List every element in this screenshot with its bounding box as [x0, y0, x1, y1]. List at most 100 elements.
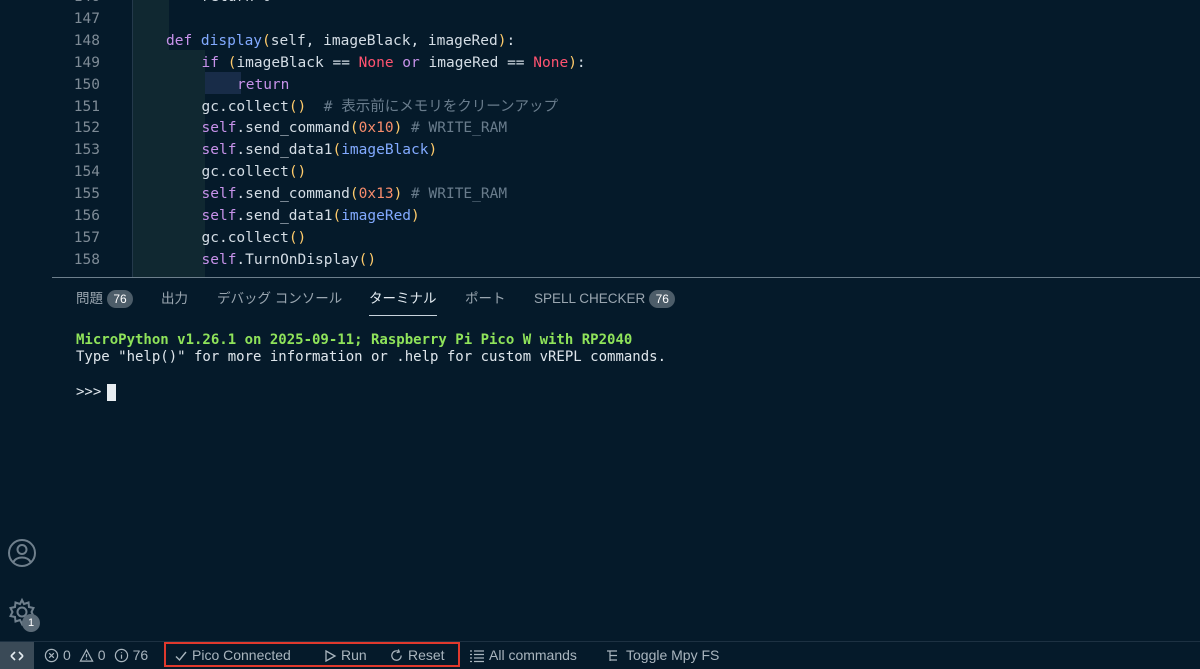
check-icon: [175, 651, 187, 661]
code-token: imageRed: [341, 208, 412, 224]
run-button[interactable]: Run: [323, 642, 367, 669]
terminal-help-line: Type "help()" for more information or .h…: [76, 349, 667, 365]
line-number: 150: [73, 76, 100, 93]
code-token: # 表示前にメモリをクリーンアップ: [306, 98, 558, 115]
error-icon: [44, 648, 59, 663]
code-token: .send_command: [236, 120, 350, 137]
account-icon[interactable]: [6, 537, 38, 569]
reset-button[interactable]: Reset: [389, 642, 445, 669]
status-bar: 0 0 76 Pico Connected Run Reset All comm…: [0, 641, 1200, 669]
line-number: 157: [73, 229, 100, 246]
line-number: 148: [73, 32, 100, 49]
toggle-fs-button[interactable]: Toggle Mpy FS: [606, 642, 719, 669]
terminal-banner: MicroPython v1.26.1 on 2025-09-11; Raspb…: [76, 332, 633, 348]
code-token: self: [201, 208, 237, 224]
code-token: self: [201, 251, 237, 268]
code-token: 0x13: [358, 186, 394, 203]
spell-count-badge: 76: [649, 290, 676, 309]
code-token: self: [201, 186, 237, 203]
info-icon: [114, 648, 128, 663]
code-token: (: [332, 208, 342, 224]
code-token: gc.collect: [201, 164, 289, 181]
line-number: 154: [73, 164, 100, 181]
code-token: 0x10: [358, 120, 394, 137]
code-line[interactable]: 157 gc.collect(): [44, 227, 1200, 249]
line-number: 156: [73, 208, 100, 224]
remote-icon: [10, 651, 24, 661]
code-line[interactable]: 151 gc.collect() # 表示前にメモリをクリーンアップ: [44, 96, 1200, 118]
code-token: None: [533, 54, 569, 71]
warning-icon: [79, 648, 94, 662]
code-token: ): [393, 120, 403, 137]
terminal-cursor: [107, 384, 117, 401]
code-editor[interactable]: 146return 0 147 148 def display ( self, image…: [44, 0, 1200, 278]
code-token: :: [576, 54, 586, 71]
terminal[interactable]: MicroPython v1.26.1 on 2025-09-11; Raspb…: [76, 332, 666, 401]
code-text: self.send_data1(imageRed): [202, 205, 420, 227]
code-token: (: [332, 142, 342, 159]
tab-spell-checker[interactable]: SPELL CHECKER 76: [534, 284, 676, 314]
code-line[interactable]: 148 def display(self, imageBlack, imageRe…: [44, 30, 1200, 52]
code-line[interactable]: 150 return: [44, 74, 1200, 96]
warning-count: 0: [97, 647, 106, 663]
tab-output[interactable]: 出力: [161, 284, 188, 314]
code-text: gc.collect(): [202, 227, 307, 249]
code-text: gc.collect() # 表示前にメモリをクリーンアップ: [202, 96, 558, 118]
code-token: self, imageBlack, imageRed: [270, 32, 498, 49]
terminal-prompt-line[interactable]: >>>: [76, 384, 666, 401]
code-line[interactable]: 146 return 0: [44, 0, 1200, 8]
all-commands-button[interactable]: All commands: [469, 642, 577, 669]
line-number: 158: [73, 251, 100, 268]
code-token: (: [349, 120, 359, 137]
code-text: return: [237, 74, 289, 96]
tab-terminal[interactable]: ターミナル: [369, 284, 437, 316]
tab-ports[interactable]: ポート: [465, 284, 506, 314]
problems-status[interactable]: 0 0 76: [44, 642, 148, 669]
code-token: imageBlack: [341, 142, 429, 159]
line-number: 146: [44, 0, 100, 8]
pico-connected-button[interactable]: Pico Connected: [174, 642, 291, 669]
code-line[interactable]: 156 self.send_data1(imageRed): [44, 205, 1200, 227]
code-line[interactable]: 158 self.TurnOnDisplay(): [44, 249, 1200, 271]
code-token: (: [349, 186, 359, 203]
code-token: (): [288, 229, 307, 246]
line-number: 152: [73, 120, 100, 137]
tab-problems[interactable]: 問題 76: [76, 284, 133, 314]
code-token: or: [393, 54, 429, 71]
line-number: 151: [73, 98, 100, 115]
list-icon: [470, 649, 484, 662]
code-token: None: [358, 54, 394, 71]
code-line[interactable]: 149 if (imageBlack == None or imageRed ==…: [44, 52, 1200, 74]
code-line[interactable]: 152 self.send_command(0x10) # WRITE_RAM: [44, 117, 1200, 139]
code-text: gc.collect(): [202, 161, 307, 183]
line-number: 155: [73, 186, 100, 203]
code-token: gc.collect: [201, 229, 289, 246]
code-token: self: [201, 120, 237, 137]
code-token: display: [200, 32, 263, 49]
line-number: 147: [73, 10, 100, 27]
info-count: 76: [132, 647, 149, 663]
code-text: self.send_command(0x10) # WRITE_RAM: [202, 117, 508, 139]
code-token: ): [428, 142, 438, 159]
problems-count-badge: 76: [107, 290, 133, 309]
code-text: if (imageBlack == None or imageRed == No…: [202, 52, 586, 74]
tree-icon: [607, 649, 617, 661]
code-token: .send_data1: [236, 142, 333, 159]
play-icon: [325, 649, 337, 662]
code-line[interactable]: 154 gc.collect(): [44, 161, 1200, 183]
code-line[interactable]: 155 self.send_command(0x13) # WRITE_RAM: [44, 183, 1200, 205]
code-line[interactable]: 147: [44, 8, 1200, 30]
tab-debug-console[interactable]: デバッグ コンソール: [217, 284, 342, 314]
code-token: ): [393, 186, 403, 203]
code-token: ): [411, 208, 420, 224]
panel-border: [52, 277, 1200, 278]
code-line[interactable]: 153 self.send_data1(imageBlack): [44, 139, 1200, 161]
code-token: def: [166, 32, 201, 49]
code-token: (): [288, 164, 307, 181]
remote-button[interactable]: [0, 642, 34, 669]
code-token: (): [288, 98, 307, 115]
code-token: ): [568, 54, 577, 71]
line-number: 153: [73, 142, 100, 159]
code-token: .TurnOnDisplay: [236, 251, 359, 268]
code-text: self.TurnOnDisplay(): [202, 249, 377, 271]
